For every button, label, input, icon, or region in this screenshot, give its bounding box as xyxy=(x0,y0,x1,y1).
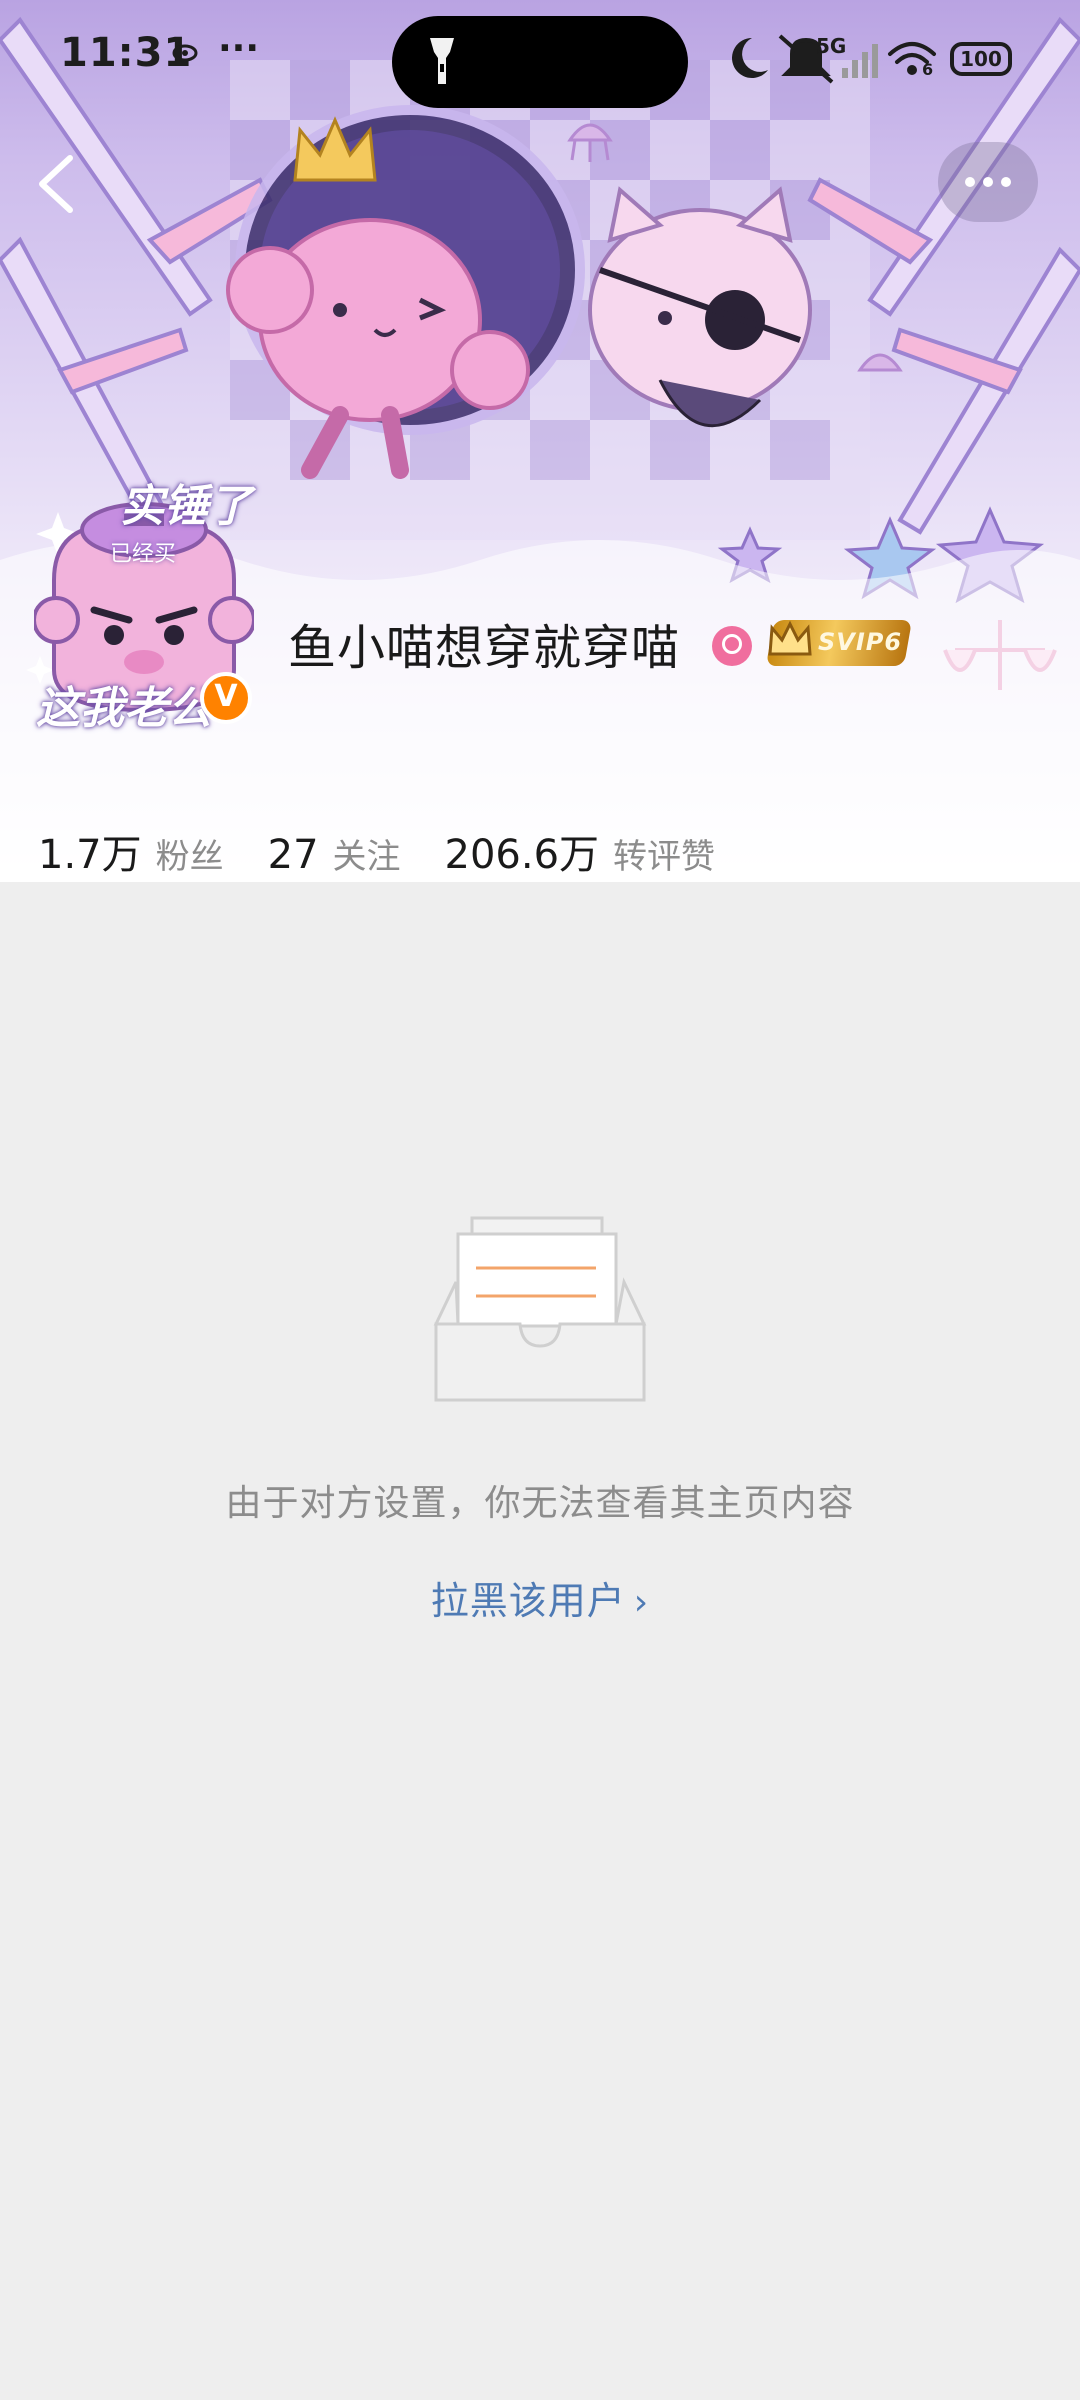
flashlight-icon[interactable] xyxy=(424,36,460,88)
stat-label: 粉丝 xyxy=(155,837,224,877)
stat-interactions[interactable]: 206.6万 转评赞 xyxy=(445,822,716,880)
block-user-label: 拉黑该用户 xyxy=(430,1579,626,1623)
more-dot xyxy=(965,177,975,187)
chevron-right-icon: › xyxy=(633,1582,650,1623)
back-button[interactable] xyxy=(30,152,82,216)
more-button[interactable] xyxy=(938,142,1038,222)
banner-artwork xyxy=(0,16,1080,882)
stat-value: 1.7万 xyxy=(38,832,142,878)
svip-label: SVIP6 xyxy=(818,628,903,656)
do-not-disturb-icon xyxy=(732,38,768,78)
wifi-level: 6 xyxy=(922,60,934,79)
stat-label: 转评赞 xyxy=(613,837,716,877)
network-type: 5G xyxy=(816,34,847,58)
avatar-caption-mid: 已经买 xyxy=(110,542,177,567)
stat-value: 206.6万 xyxy=(444,832,600,878)
stat-value: 27 xyxy=(267,832,319,878)
username: 鱼小喵想穿就穿喵 xyxy=(288,620,681,676)
stat-following[interactable]: 27 关注 xyxy=(268,829,401,878)
more-dot xyxy=(1001,177,1011,187)
block-user-link[interactable]: 拉黑该用户 › xyxy=(0,1570,1080,1625)
empty-inbox-icon xyxy=(433,1216,647,1402)
stat-label: 关注 xyxy=(332,837,401,877)
signal-icon xyxy=(842,44,878,78)
status-more-indicator: ··· xyxy=(218,28,260,69)
avatar-caption-top: 实锤了 xyxy=(120,481,252,532)
profile-banner xyxy=(0,0,1080,882)
empty-state-message: 由于对方设置，你无法查看其主页内容 xyxy=(225,1483,855,1524)
crown-icon xyxy=(768,620,812,656)
battery-indicator: 100 xyxy=(950,42,1012,76)
more-dot xyxy=(983,177,993,187)
female-icon xyxy=(712,626,752,666)
eye-icon xyxy=(172,44,198,62)
profile-stats: 1.7万 粉丝 27 关注 206.6万 转评赞 xyxy=(38,822,759,880)
avatar-caption-bottom: 这我老公 xyxy=(36,683,212,734)
stat-followers[interactable]: 1.7万 粉丝 xyxy=(38,822,224,880)
verified-badge: V xyxy=(200,672,252,724)
